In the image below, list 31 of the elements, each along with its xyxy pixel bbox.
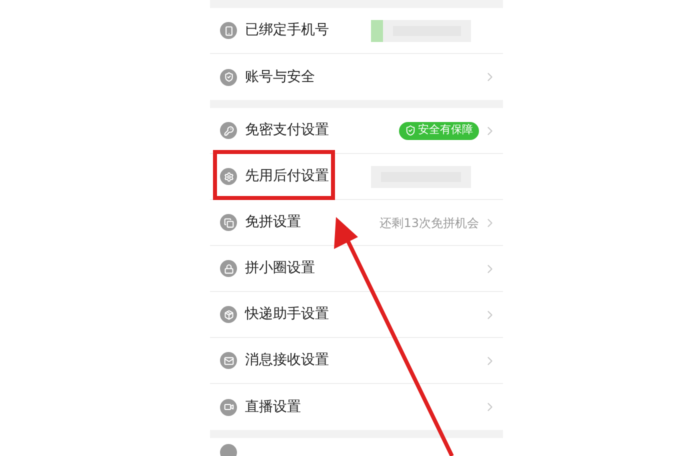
setting-label: 快递助手设置	[245, 305, 329, 324]
copy-icon	[220, 214, 237, 231]
setting-label: 消息接收设置	[245, 351, 329, 370]
settings-row[interactable]: 快递助手设置	[210, 292, 503, 338]
package-icon	[220, 306, 237, 323]
setting-label: 直播设置	[245, 398, 301, 416]
settings-row[interactable]: 免密支付设置 安全有保障	[210, 108, 503, 154]
badge-text: 安全有保障	[418, 122, 473, 138]
settings-row[interactable]: 已绑定手机号	[210, 8, 503, 54]
gear-icon	[220, 168, 237, 185]
setting-label: 账号与安全	[245, 68, 315, 86]
settings-row-icon	[220, 444, 237, 456]
setting-label: 先用后付设置	[245, 167, 329, 186]
setting-label: 免密支付设置	[245, 121, 329, 140]
mail-icon	[220, 352, 237, 369]
setting-label: 免拼设置	[245, 213, 301, 232]
settings-row[interactable]: 拼小圈设置	[210, 246, 503, 292]
settings-row[interactable]: 账号与安全	[210, 54, 503, 100]
settings-row[interactable]: 先用后付设置	[210, 154, 503, 200]
setting-label: 拼小圈设置	[245, 259, 315, 278]
phone-icon	[220, 22, 237, 39]
settings-row[interactable]: 直播设置	[210, 384, 503, 430]
key-icon	[220, 122, 237, 139]
settings-row[interactable]: 消息接收设置	[210, 338, 503, 384]
settings-row[interactable]: 免拼设置 还剩13次免拼机会	[210, 200, 503, 246]
lock-icon	[220, 260, 237, 277]
shield-icon	[220, 68, 237, 86]
shield-icon	[405, 125, 416, 136]
remaining-note: 还剩13次免拼机会	[380, 214, 479, 232]
video-icon	[220, 398, 237, 416]
setting-label: 已绑定手机号	[245, 21, 329, 40]
